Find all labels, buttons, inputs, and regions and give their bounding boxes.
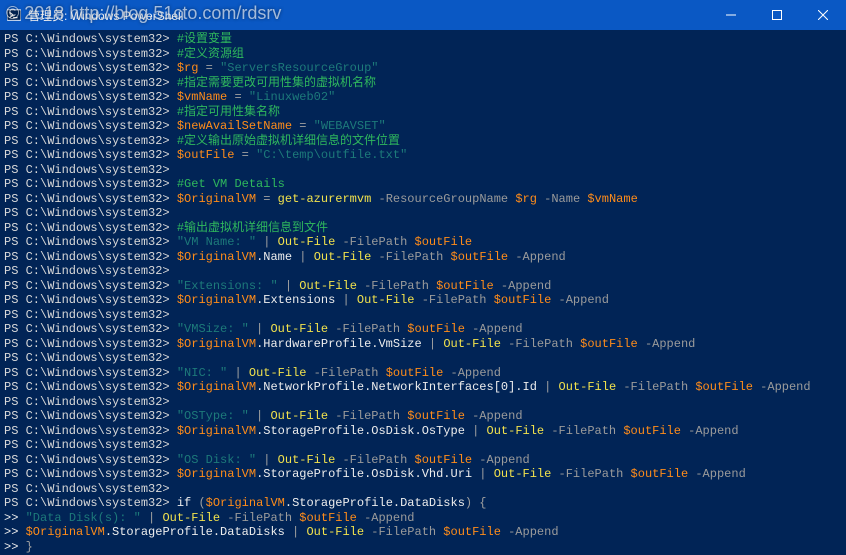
keyword-if: if [177, 496, 191, 510]
window-title: 管理员: Windows PowerShell [28, 7, 708, 24]
maximize-button[interactable] [754, 0, 800, 30]
window-buttons [708, 0, 846, 30]
cmdlet: get-azurermvm [278, 192, 372, 206]
continuation: >> [4, 511, 18, 525]
prompt: PS C:\Windows\system32> [4, 32, 170, 46]
powershell-window: © 2018 http://blog.51cto.com/rdsrv 管理员: … [0, 0, 846, 555]
title-bar[interactable]: 管理员: Windows PowerShell [0, 0, 846, 30]
terminal-body[interactable]: PS C:\Windows\system32> #设置变量PS C:\Windo… [0, 30, 846, 555]
close-button[interactable] [800, 0, 846, 30]
string: "ServersResourceGroup" [220, 61, 378, 75]
variable: $rg [177, 61, 199, 75]
powershell-icon [6, 7, 22, 23]
member: .Name [256, 250, 292, 264]
parameter: -ResourceGroupName [371, 192, 515, 206]
comment: #设置变量 [177, 32, 232, 46]
minimize-button[interactable] [708, 0, 754, 30]
